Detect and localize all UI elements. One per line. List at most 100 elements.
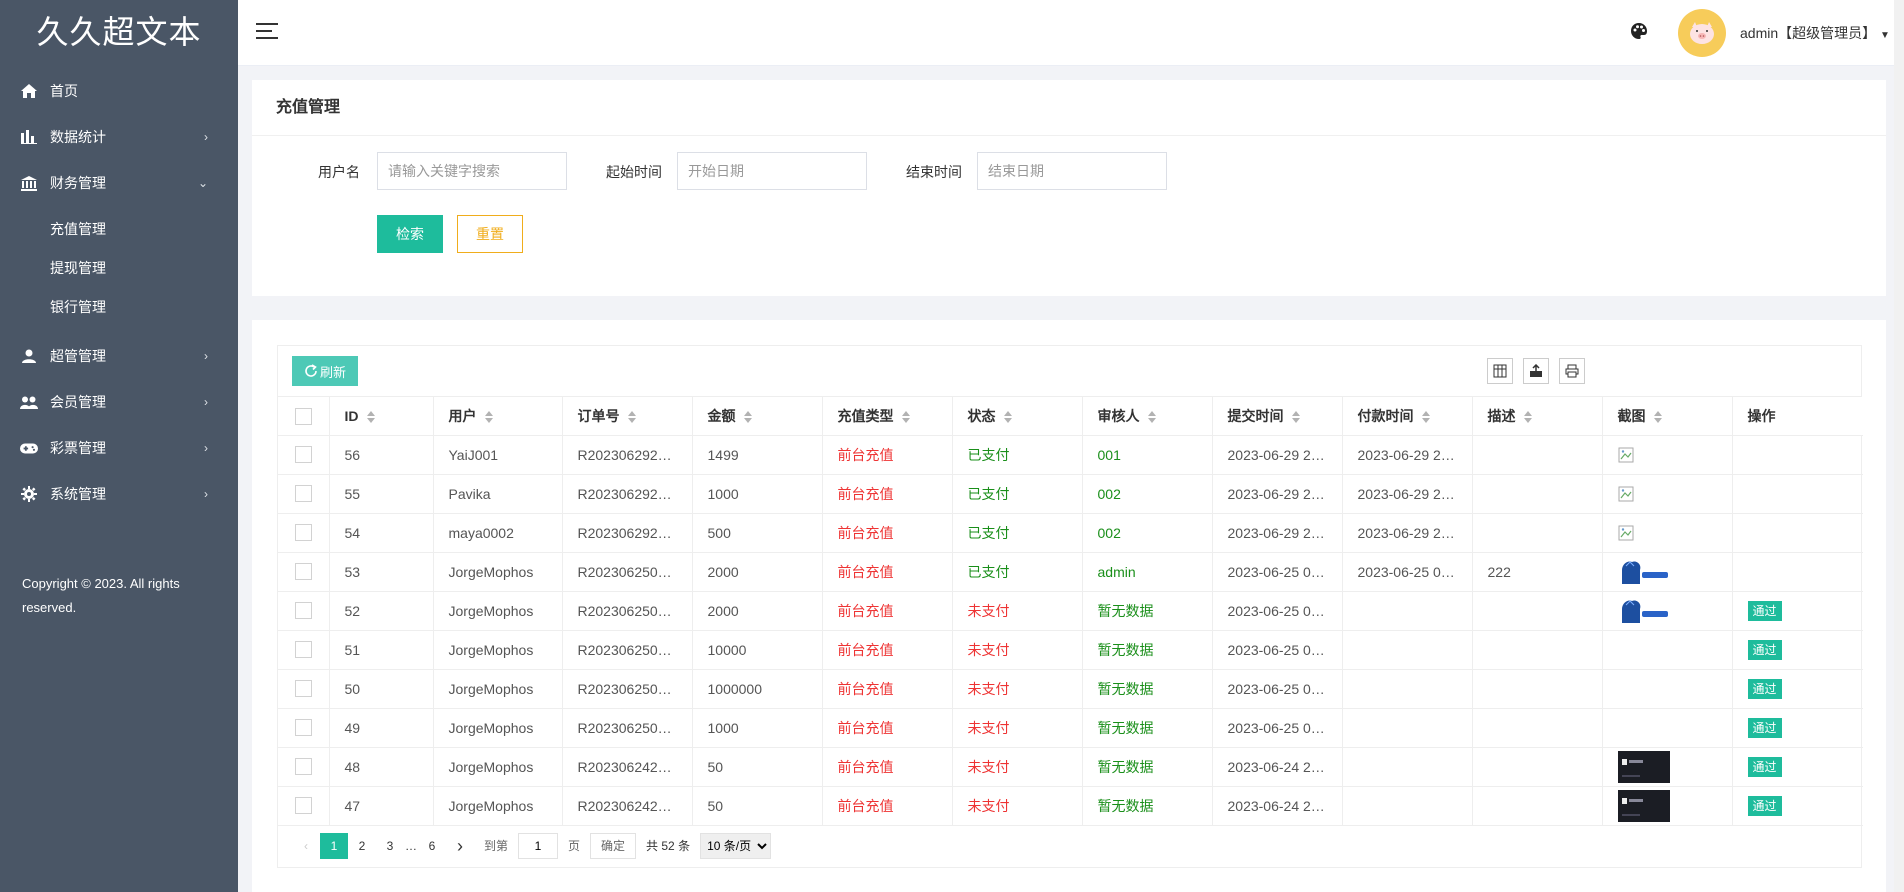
prev-page-icon[interactable]: ‹ <box>292 833 320 859</box>
approve-button[interactable]: 通过 <box>1747 795 1782 816</box>
screenshot-thumbnail[interactable] <box>1618 556 1670 588</box>
sidebar-item-members[interactable]: 会员管理 › <box>0 379 238 425</box>
row-checkbox[interactable] <box>294 719 312 737</box>
broken-image-icon[interactable] <box>1618 525 1634 541</box>
approve-button[interactable]: 通过 <box>1747 600 1782 621</box>
page-input[interactable] <box>518 832 559 859</box>
menu-toggle-icon[interactable] <box>256 23 278 41</box>
sidebar-item-system[interactable]: 系统管理 › <box>0 471 238 517</box>
recharge-table: ID 用户 订单号 金额 充值类型 状态 审核人 提交时间 付款时间 描述 截图… <box>278 397 1863 826</box>
per-page-select[interactable]: 10 条/页 <box>700 832 772 859</box>
user-menu[interactable]: admin【超级管理员】 ▼ <box>1740 23 1890 43</box>
submenu-item-bank[interactable]: 银行管理 <box>0 288 238 327</box>
table-row: 47 JorgeMophos R202306242… 50 前台充值 未支付 暂无数据 202… <box>278 786 1863 826</box>
column-header[interactable]: 截图 <box>1602 397 1733 436</box>
column-header[interactable]: 描述 <box>1472 397 1603 436</box>
cell-desc <box>1472 786 1603 826</box>
sort-icon[interactable] <box>743 411 753 424</box>
row-checkbox[interactable] <box>294 797 312 815</box>
sort-icon[interactable] <box>1147 411 1157 424</box>
page-1[interactable]: 1 <box>320 832 348 859</box>
column-header[interactable]: 金额 <box>692 397 823 436</box>
print-icon[interactable] <box>1559 358 1585 384</box>
cell-type: 前台充值 <box>822 669 953 709</box>
cell-id: 52 <box>329 591 434 631</box>
cell-user: Pavika <box>433 474 563 514</box>
cell-status: 已支付 <box>952 552 1083 592</box>
column-header[interactable]: 付款时间 <box>1342 397 1473 436</box>
page-scrollbar[interactable] <box>1894 66 1904 892</box>
sort-icon[interactable] <box>1003 411 1013 424</box>
avatar[interactable] <box>1678 9 1726 57</box>
sidebar-item-admin[interactable]: 超管管理 › <box>0 333 238 379</box>
goto-confirm-button[interactable]: 确定 <box>590 832 637 859</box>
row-checkbox[interactable] <box>294 758 312 776</box>
refresh-button[interactable]: 刷新 <box>292 356 358 386</box>
screenshot-thumbnail[interactable] <box>1617 750 1670 783</box>
cell-action <box>1732 552 1863 592</box>
cell-order: R202306242… <box>562 747 693 787</box>
approve-button[interactable]: 通过 <box>1747 756 1782 777</box>
brand-logo: 久久超文本 <box>36 13 202 51</box>
sidebar-item-label: 首页 <box>50 83 78 99</box>
submenu-item-withdraw[interactable]: 提现管理 <box>0 249 238 288</box>
row-checkbox[interactable] <box>294 524 312 542</box>
reset-button[interactable]: 重置 <box>457 215 523 253</box>
palette-icon[interactable] <box>1630 22 1650 42</box>
cell-type: 前台充值 <box>822 435 953 475</box>
page-2[interactable]: 2 <box>348 833 376 859</box>
next-page-icon[interactable]: › <box>446 833 474 859</box>
column-header[interactable]: 提交时间 <box>1212 397 1343 436</box>
column-header[interactable]: 状态 <box>952 397 1083 436</box>
approve-button[interactable]: 通过 <box>1747 639 1782 660</box>
select-all-checkbox[interactable] <box>294 407 312 425</box>
row-checkbox[interactable] <box>294 641 312 659</box>
cell-desc <box>1472 708 1603 748</box>
sidebar-item-statistics[interactable]: 数据统计 › <box>0 114 238 160</box>
row-checkbox[interactable] <box>294 680 312 698</box>
cell-screenshot <box>1602 786 1733 826</box>
row-checkbox[interactable] <box>294 446 312 464</box>
column-header[interactable]: 充值类型 <box>822 397 953 436</box>
username-input[interactable] <box>377 152 567 190</box>
screenshot-thumbnail[interactable] <box>1617 789 1670 822</box>
sort-icon[interactable] <box>1291 411 1301 424</box>
column-header[interactable]: 用户 <box>433 397 563 436</box>
cell-id: 56 <box>329 435 434 475</box>
submenu-item-recharge[interactable]: 充值管理 <box>0 210 238 249</box>
sidebar-menu-2: 超管管理 › 会员管理 › 彩票管理 › 系统管理 › <box>0 333 238 517</box>
end-date-input[interactable] <box>977 152 1167 190</box>
column-header[interactable]: 订单号 <box>562 397 693 436</box>
sort-icon[interactable] <box>1421 411 1431 424</box>
column-header[interactable]: ID <box>329 397 434 436</box>
sort-icon[interactable] <box>1523 411 1533 424</box>
approve-button[interactable]: 通过 <box>1747 717 1782 738</box>
sidebar-item-lottery[interactable]: 彩票管理 › <box>0 425 238 471</box>
approve-button[interactable]: 通过 <box>1747 678 1782 699</box>
cell-reviewer: 暂无数据 <box>1082 708 1213 748</box>
start-date-input[interactable] <box>677 152 867 190</box>
sidebar-item-home[interactable]: 首页 <box>0 68 238 114</box>
sidebar-item-finance[interactable]: 财务管理 ⌄ <box>0 160 238 206</box>
sort-icon[interactable] <box>901 411 911 424</box>
export-icon[interactable] <box>1523 358 1549 384</box>
sort-icon[interactable] <box>627 411 637 424</box>
sort-icon[interactable] <box>366 411 376 424</box>
page-3[interactable]: 3 <box>376 833 404 859</box>
broken-image-icon[interactable] <box>1618 447 1634 463</box>
sort-icon[interactable] <box>1653 411 1663 424</box>
cell-reviewer: 001 <box>1082 435 1213 475</box>
search-button[interactable]: 检索 <box>377 215 443 253</box>
cell-user: JorgeMophos <box>433 786 563 826</box>
table-row: 49 JorgeMophos R202306250… 1000 前台充值 未支付 暂无数据 2… <box>278 708 1863 748</box>
sidebar-item-label: 数据统计 <box>50 129 106 145</box>
sort-icon[interactable] <box>484 411 494 424</box>
column-header[interactable]: 审核人 <box>1082 397 1213 436</box>
columns-filter-icon[interactable] <box>1487 358 1513 384</box>
row-checkbox[interactable] <box>294 563 312 581</box>
broken-image-icon[interactable] <box>1618 486 1634 502</box>
screenshot-thumbnail[interactable] <box>1618 595 1670 627</box>
row-checkbox[interactable] <box>294 602 312 620</box>
row-checkbox[interactable] <box>294 485 312 503</box>
page-6[interactable]: 6 <box>418 833 446 859</box>
